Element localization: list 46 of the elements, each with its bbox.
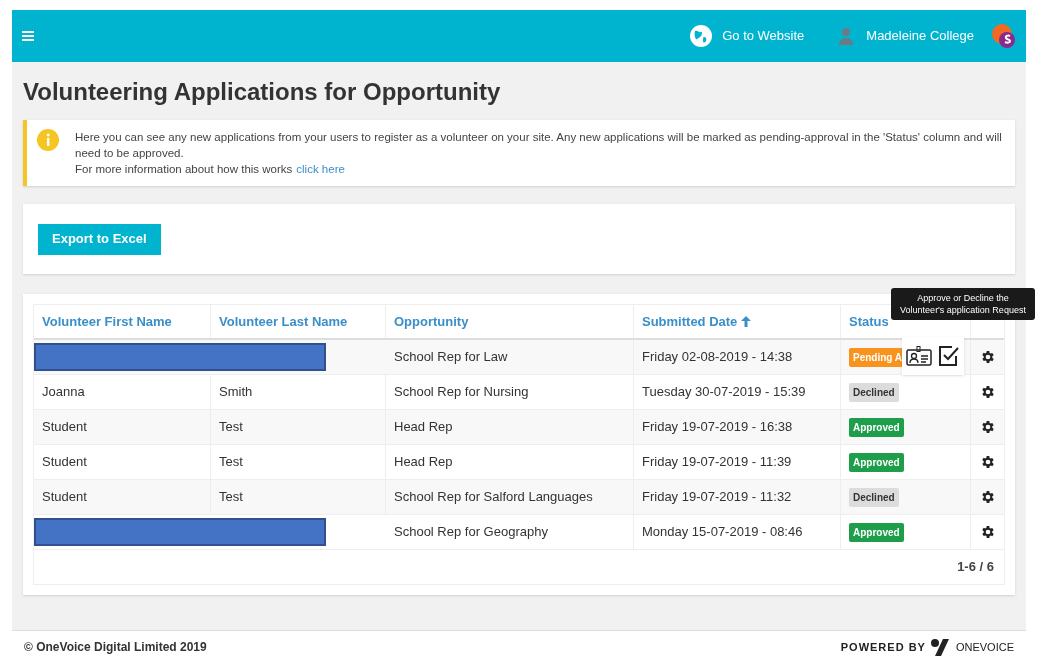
user-name[interactable]: Madeleine College	[866, 26, 974, 46]
brand-name: ONEVOICE	[955, 639, 1014, 655]
table-cell: Joanna	[34, 375, 211, 409]
table-cell: Friday 19-07-2019 - 11:39	[634, 445, 841, 479]
table-cell: School Rep for Geography	[386, 515, 634, 549]
table-cell: Student	[34, 410, 211, 444]
checkbox-icon[interactable]	[938, 345, 960, 367]
table-cell: Test	[211, 410, 386, 444]
table-cell: Head Rep	[386, 445, 634, 479]
column-header[interactable]: Volunteer First Name	[34, 305, 211, 338]
status-badge: Approved	[849, 452, 904, 472]
click-here-link[interactable]: click here	[296, 161, 345, 177]
table-cell: School Rep for Nursing	[386, 375, 634, 409]
id-card-icon[interactable]	[906, 346, 932, 366]
table-cell: Test	[211, 480, 386, 514]
brand-logo-icon	[929, 638, 952, 656]
info-icon	[37, 129, 59, 151]
table-cell: Monday 15-07-2019 - 08:46	[634, 515, 841, 549]
tooltip: Approve or Decline the Volunteer's application Request	[891, 288, 1035, 320]
column-header[interactable]: Opportunity	[386, 305, 634, 338]
info-text: Here you can see any new applications from your users to register as a volunteer on your site. Any new applications will be marked as pending-approval in the 'Status' column and will need to be approved.	[75, 130, 1003, 161]
table-cell: Friday 19-07-2019 - 16:38	[634, 410, 841, 444]
column-header[interactable]: Submitted Date	[634, 305, 841, 338]
page-title: Volunteering Applications for Opportunity	[23, 77, 502, 107]
status-badge: Declined	[849, 382, 899, 402]
status-badge: Approved	[849, 417, 904, 437]
status-badge: Approved	[849, 522, 904, 542]
logo-icon	[992, 23, 1016, 49]
column-header[interactable]: Volunteer Last Name	[211, 305, 386, 338]
table-cell: Friday 02-08-2019 - 14:38	[634, 340, 841, 374]
status-badge: Declined	[849, 487, 899, 507]
table-cell: Tuesday 30-07-2019 - 15:39	[634, 375, 841, 409]
info-text: For more information about how this works	[75, 162, 293, 177]
table-cell: Student	[34, 445, 211, 479]
copyright-text: © OneVoice Digital Limited 2019	[24, 639, 207, 656]
table-cell: Friday 19-07-2019 - 11:32	[634, 480, 841, 514]
website-link[interactable]: Go to Website	[722, 26, 805, 46]
table-cell: School Rep for Salford Languages	[386, 480, 634, 514]
table-cell: Smith	[211, 375, 386, 409]
table-cell: School Rep for Law	[386, 340, 634, 374]
table-cell: Test	[211, 445, 386, 479]
pagination-label: 1-6 / 6	[957, 558, 994, 577]
export-button[interactable]: Export to Excel	[38, 223, 161, 255]
table-cell: Head Rep	[386, 410, 634, 444]
table-cell: Student	[34, 480, 211, 514]
powered-by-text: POWERED BY	[840, 639, 926, 655]
